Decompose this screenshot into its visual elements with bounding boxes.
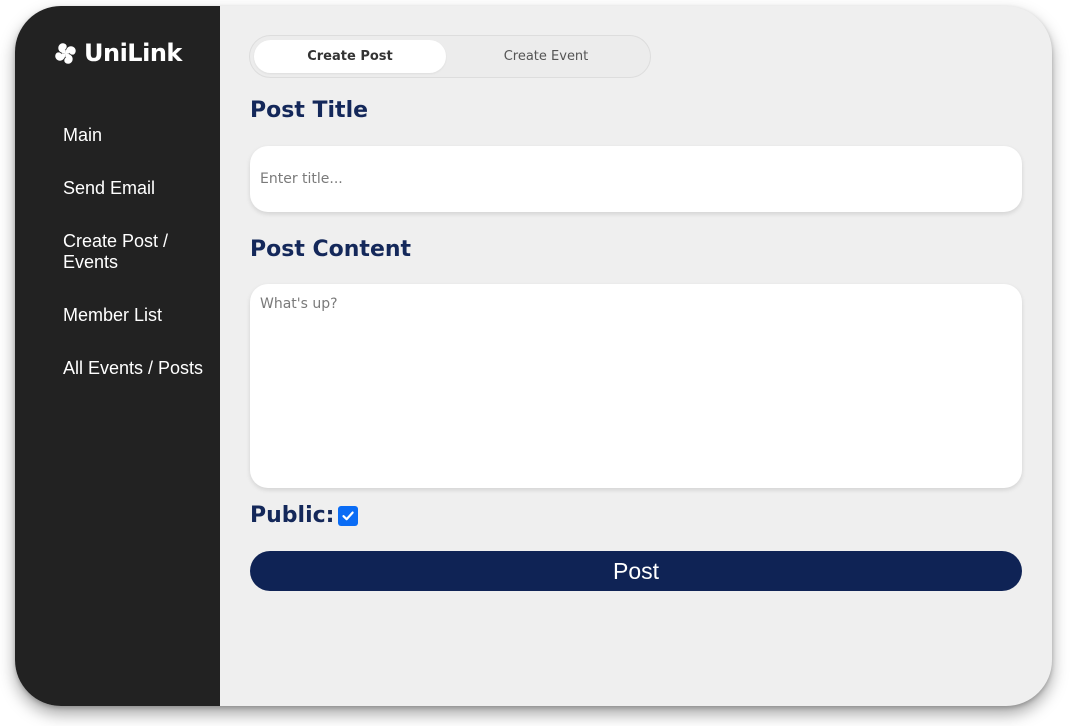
tab-create-event[interactable]: Create Event: [450, 40, 642, 73]
sidebar-nav: Main Send Email Create Post / Events Mem…: [63, 125, 213, 379]
post-title-input[interactable]: [250, 146, 1022, 212]
sidebar-item-all-events-posts[interactable]: All Events / Posts: [63, 358, 213, 379]
sidebar-item-main[interactable]: Main: [63, 125, 213, 146]
sidebar-item-member-list[interactable]: Member List: [63, 305, 213, 326]
public-toggle-row: Public:: [250, 503, 359, 528]
sidebar-item-send-email[interactable]: Send Email: [63, 178, 213, 199]
public-checkbox[interactable]: [338, 505, 359, 526]
main-content: Create Post Create Event Post Title Post…: [220, 6, 1052, 706]
app-window: UniLink Main Send Email Create Post / Ev…: [15, 6, 1052, 706]
post-button[interactable]: Post: [250, 551, 1022, 591]
post-event-tabs: Create Post Create Event: [249, 35, 651, 78]
sidebar: UniLink Main Send Email Create Post / Ev…: [15, 6, 220, 706]
unilink-logo-icon: [52, 40, 79, 67]
public-label: Public:: [250, 503, 335, 528]
post-content-textarea[interactable]: [250, 284, 1022, 488]
brand-logo[interactable]: UniLink: [52, 40, 182, 67]
post-title-heading: Post Title: [250, 98, 369, 123]
post-content-heading: Post Content: [250, 237, 412, 262]
tab-create-post[interactable]: Create Post: [254, 40, 446, 73]
sidebar-item-create-post-events[interactable]: Create Post / Events: [63, 231, 213, 273]
checkmark-icon: [342, 511, 355, 520]
brand-name: UniLink: [84, 39, 182, 67]
